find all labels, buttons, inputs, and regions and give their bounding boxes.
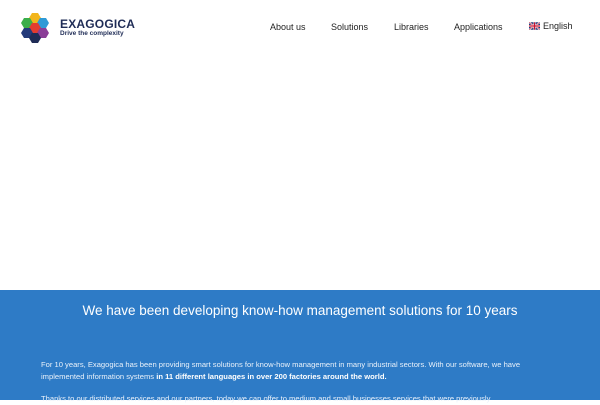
intro-headline: We have been developing know-how managem… xyxy=(82,303,518,318)
nav-applications[interactable]: Applications xyxy=(454,22,503,32)
brand-name: EXAGOGICA xyxy=(60,17,136,31)
hexagon-cluster-logo-icon xyxy=(21,13,49,43)
nav-libraries[interactable]: Libraries xyxy=(394,22,429,32)
intro-paragraph-1-highlight: in 11 different languages in over 200 fa… xyxy=(156,372,387,381)
site-header: EXAGOGICA Drive the complexity About us … xyxy=(0,0,600,56)
uk-flag-icon xyxy=(529,21,540,30)
logo-link[interactable]: EXAGOGICA Drive the complexity xyxy=(18,12,135,44)
intro-section: We have been developing know-how managem… xyxy=(0,290,600,403)
intro-paragraph-1: For 10 years, Exagogica has been providi… xyxy=(41,359,561,383)
intro-paragraph-2: Thanks to our distributed services and o… xyxy=(41,394,491,403)
nav-about-us[interactable]: About us xyxy=(270,22,306,32)
brand-tagline: Drive the complexity xyxy=(60,30,124,37)
nav-solutions[interactable]: Solutions xyxy=(331,22,368,32)
language-selector[interactable]: English xyxy=(529,21,573,31)
language-label: English xyxy=(543,21,573,31)
hero-image-area xyxy=(0,56,600,290)
